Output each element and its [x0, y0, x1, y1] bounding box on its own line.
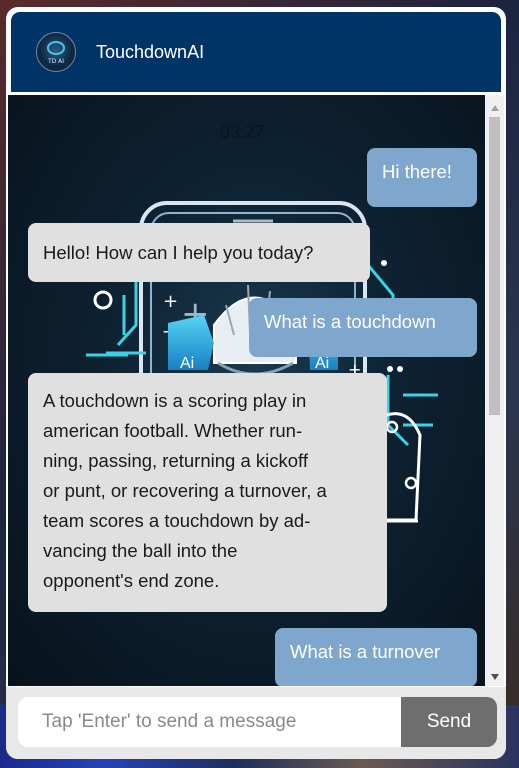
scroll-down-arrow-icon[interactable] — [491, 674, 499, 680]
user-message: What is a touchdown — [249, 298, 477, 357]
send-button[interactable]: Send — [401, 697, 497, 747]
chat-header: TD AI TouchdownAI — [11, 12, 501, 92]
bot-message: A touchdown is a scoring play in america… — [28, 373, 387, 612]
bot-message: Hello! How can I help you today? — [28, 223, 370, 282]
message-line: opponent's end zone. — [43, 570, 220, 591]
message-line: A touchdown is a scoring play in — [43, 390, 307, 411]
user-message: Hi there! — [367, 148, 477, 207]
scrollbar-thumb[interactable] — [489, 117, 500, 415]
bot-avatar-icon: TD AI — [36, 32, 76, 72]
message-list[interactable]: + + + + Ai Ai 03:27 Hi there! Hello! How… — [8, 95, 504, 686]
chat-title: TouchdownAI — [96, 41, 205, 62]
user-message: What is a turnover — [275, 628, 477, 686]
svg-text:+: + — [163, 291, 178, 312]
helmet-icon — [47, 41, 65, 55]
ai-label-right: Ai — [315, 355, 329, 372]
chat-scrollbar[interactable] — [485, 95, 504, 686]
ai-label-left: Ai — [180, 355, 194, 372]
message-line: ning, passing, returning a kickoff — [43, 450, 308, 471]
message-line: vancing the ball into the — [43, 540, 238, 561]
message-line: team scores a touchdown by ad- — [43, 510, 311, 531]
chat-timestamp: 03:27 — [220, 122, 266, 142]
message-line: american football. Whether run- — [43, 420, 303, 441]
message-line: or punt, or recovering a turnover, a — [43, 480, 327, 501]
avatar-label: TD AI — [47, 58, 65, 65]
composer: Send — [6, 687, 506, 759]
message-input[interactable] — [18, 697, 402, 747]
chat-widget: TD AI TouchdownAI + + + Ai Ai 03:27 Hi t… — [6, 7, 506, 759]
scroll-up-arrow-icon[interactable] — [491, 105, 499, 111]
